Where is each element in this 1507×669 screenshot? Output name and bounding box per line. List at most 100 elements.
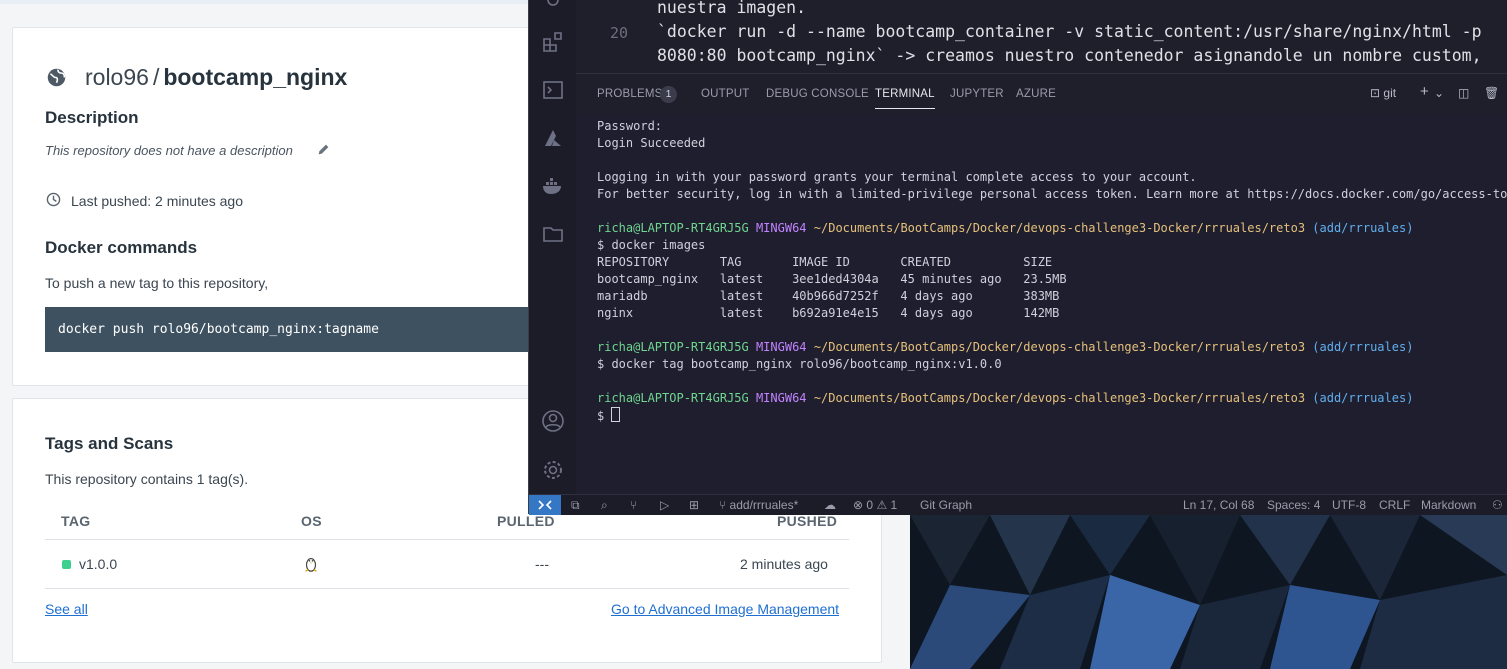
live-share-icon[interactable]: ⚇ [1492, 498, 1503, 512]
error-count: 0 [866, 498, 874, 512]
terminal-line: REPOSITORY TAG IMAGE ID CREATED SIZE [597, 255, 1053, 269]
git-branch-icon[interactable]: ⑂ [630, 498, 637, 512]
terminal-prompt: richa@LAPTOP-RT4GRJ5G MINGW64 ~/Document… [597, 339, 1413, 356]
trash-icon[interactable]: 🗑 [1484, 86, 1499, 102]
extensions-icon[interactable] [541, 30, 565, 54]
source-control-icon[interactable] [541, 0, 565, 18]
terminal-line: Logging in with your password grants you… [597, 170, 1197, 184]
tab-azure[interactable]: AZURE [1016, 88, 1056, 100]
prompt-branch: (add/rrruales) [1312, 340, 1414, 354]
last-pushed-text: Last pushed: 2 minutes ago [71, 193, 244, 209]
status-bar: ⧉ ⌕ ⑂ ▷ ⊞ ⑂ add/rrruales* ☁ ⊗ 0 ⚠ 1 Git … [529, 494, 1507, 515]
terminal-output[interactable]: Password: Login Succeeded Logging in wit… [597, 118, 1507, 441]
prompt-path: ~/Documents/BootCamps/Docker/devops-chal… [813, 221, 1306, 235]
linux-penguin-icon [305, 558, 317, 572]
terminal-input-line[interactable]: $ [597, 407, 621, 425]
advanced-image-management-link[interactable]: Go to Advanced Image Management [611, 601, 839, 617]
end-of-line[interactable]: CRLF [1379, 498, 1410, 512]
warning-icon: ⚠ [876, 498, 888, 512]
tag-pushed: 2 minutes ago [740, 556, 828, 572]
column-tag: TAG [61, 513, 91, 529]
branch-status[interactable]: ⑂ add/rrruales* [719, 498, 798, 512]
tags-heading: Tags and Scans [45, 434, 174, 453]
tab-problems[interactable]: PROBLEMS [597, 88, 663, 100]
docker-icon[interactable] [541, 174, 565, 198]
column-pulled: PULLED [497, 513, 555, 529]
hub-top-bar [0, 0, 600, 4]
vscode-window: nuestra imagen. 20 `docker run -d --name… [528, 0, 1507, 515]
search-icon[interactable]: ⌕ [601, 498, 608, 513]
terminal-prompt-symbol: $ [597, 409, 612, 423]
prompt-env: MINGW64 [755, 221, 807, 235]
panel-tab-bar: PROBLEMS 1 OUTPUT DEBUG CONSOLE TERMINAL… [576, 73, 1507, 114]
shell-selector[interactable]: ⊡ git [1370, 86, 1396, 102]
prompt-path: ~/Documents/BootCamps/Docker/devops-chal… [813, 391, 1306, 405]
editor-line: `docker run -d --name bootcamp_container… [657, 22, 1482, 41]
terminal-shell-icon: ⊡ [1370, 86, 1381, 100]
encoding[interactable]: UTF-8 [1332, 498, 1366, 512]
copy-icon[interactable]: ⧉ [571, 498, 580, 513]
settings-gear-icon[interactable] [541, 458, 565, 482]
tag-status-dot [62, 560, 71, 569]
account-icon[interactable] [541, 409, 565, 433]
tab-debug-console[interactable]: DEBUG CONSOLE [766, 88, 869, 100]
repo-separator: / [152, 64, 160, 90]
column-pushed: PUSHED [777, 513, 838, 529]
problems-count-badge: 1 [660, 86, 677, 103]
editor-area[interactable]: nuestra imagen. 20 `docker run -d --name… [576, 0, 1507, 73]
remote-indicator[interactable] [529, 495, 561, 515]
push-hint-text: To push a new tag to this repository, [45, 275, 269, 291]
indentation[interactable]: Spaces: 4 [1267, 498, 1320, 512]
tab-terminal[interactable]: TERMINAL [875, 88, 935, 109]
extensions-small-icon[interactable]: ⊞ [689, 498, 699, 512]
see-all-link[interactable]: See all [45, 601, 88, 617]
description-heading: Description [45, 108, 139, 127]
table-divider [45, 588, 849, 589]
tag-pulled: --- [535, 556, 549, 572]
sync-cloud-icon[interactable]: ☁ [824, 498, 836, 512]
terminal-line: nginx latest b692a91e4e15 4 days ago 142… [597, 306, 1060, 320]
prompt-user: richa@LAPTOP-RT4GRJ5G [597, 391, 749, 405]
line-number: 20 [610, 24, 629, 42]
error-icon: ⊗ [853, 498, 864, 512]
terminal-line: Login Succeeded [597, 136, 706, 150]
terminal-line: Password: [597, 119, 663, 133]
push-command-box[interactable]: docker push rolo96/bootcamp_nginx:tagnam… [45, 307, 535, 352]
wallpaper-pattern [910, 515, 1507, 669]
tab-jupyter[interactable]: JUPYTER [950, 88, 1004, 100]
activity-bar [529, 0, 576, 494]
git-graph-button[interactable]: Git Graph [920, 498, 972, 512]
terminal-line: mariadb latest 40b966d7252f 4 days ago 3… [597, 289, 1060, 303]
terminal-icon[interactable] [541, 78, 565, 102]
terminal-prompt: richa@LAPTOP-RT4GRJ5G MINGW64 ~/Document… [597, 390, 1413, 407]
problems-status[interactable]: ⊗ 0 ⚠ 1 [853, 498, 897, 512]
docker-commands-heading: Docker commands [45, 238, 198, 257]
folder-icon[interactable] [541, 222, 565, 246]
language-mode[interactable]: Markdown [1421, 498, 1476, 512]
terminal-cursor [611, 407, 621, 422]
azure-icon[interactable] [541, 126, 565, 150]
wallpaper-image [910, 515, 1507, 669]
cursor-position[interactable]: Ln 17, Col 68 [1183, 498, 1254, 512]
remote-icon [538, 500, 552, 510]
clock-icon [46, 192, 61, 207]
branch-icon: ⑂ [719, 498, 727, 512]
split-terminal-icon[interactable]: ◫ [1458, 86, 1469, 102]
terminal-line: bootcamp_nginx latest 3ee1ded4304a 45 mi… [597, 272, 1067, 286]
tag-name[interactable]: v1.0.0 [79, 556, 117, 572]
chevron-down-icon[interactable]: ⌄ [1434, 86, 1444, 102]
tags-count-text: This repository contains 1 tag(s). [45, 471, 249, 487]
edit-pencil-icon[interactable] [317, 143, 330, 156]
new-terminal-plus-icon[interactable]: + [1420, 83, 1429, 100]
repo-namespace[interactable]: rolo96 [85, 64, 149, 91]
column-os: OS [301, 513, 322, 529]
tab-output[interactable]: OUTPUT [701, 88, 749, 100]
run-debug-icon[interactable]: ▷ [660, 498, 669, 512]
prompt-user: richa@LAPTOP-RT4GRJ5G [597, 340, 749, 354]
editor-line: 8080:80 bootcamp_nginx` -> creamos nuest… [657, 46, 1482, 65]
prompt-env: MINGW64 [755, 391, 807, 405]
terminal-prompt: richa@LAPTOP-RT4GRJ5G MINGW64 ~/Document… [597, 220, 1413, 237]
terminal-line: $ docker tag bootcamp_nginx rolo96/bootc… [597, 357, 1002, 371]
prompt-path: ~/Documents/BootCamps/Docker/devops-chal… [813, 340, 1306, 354]
description-text: This repository does not have a descript… [45, 143, 293, 158]
